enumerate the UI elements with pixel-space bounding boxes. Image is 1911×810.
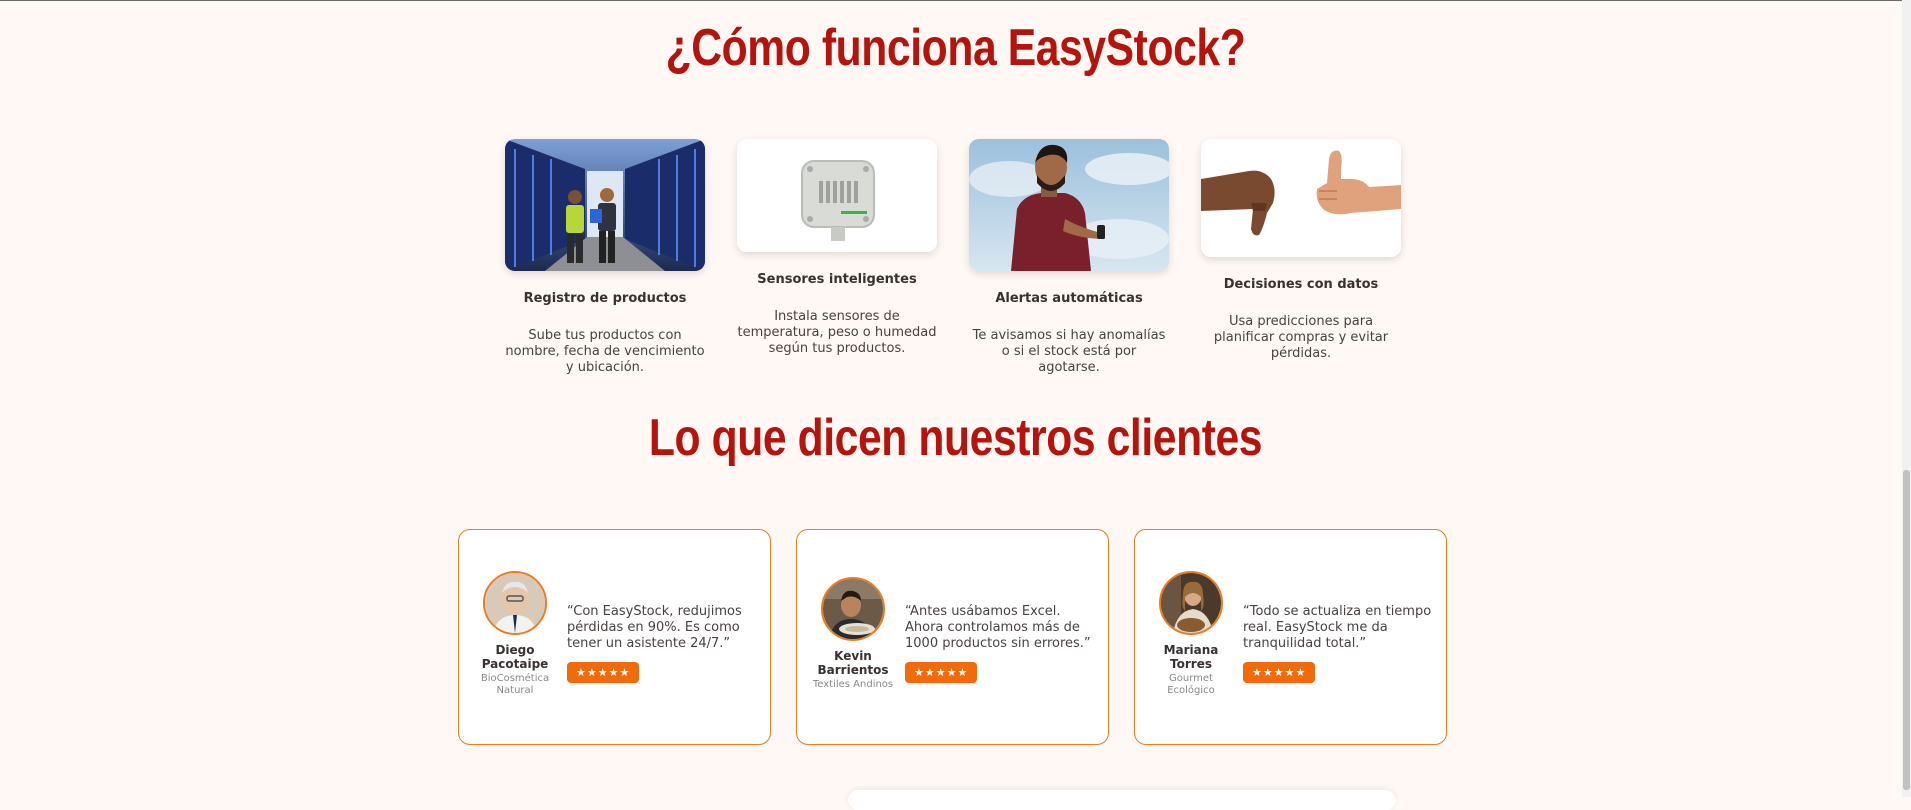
testimonials-title: Lo que dicen nuestros clientes	[648, 409, 1263, 467]
testimonial-card: Kevin Barrientos Textiles Andinos “Antes…	[796, 529, 1109, 745]
step-card-alertas: Alertas automáticas Te avisamos si hay a…	[969, 139, 1169, 376]
testimonial-name: Mariana Torres	[1163, 643, 1219, 671]
avatar	[821, 577, 885, 641]
rating-stars-badge: ★★★★★	[1243, 662, 1316, 683]
step-title: Registro de productos	[523, 291, 687, 306]
testimonial-company: BioCosmética Natural	[480, 673, 550, 696]
vertical-scrollbar[interactable]	[1902, 0, 1911, 797]
testimonial-author: Mariana Torres Gourmet Ecológico	[1149, 571, 1233, 697]
warehouse-image	[505, 139, 705, 271]
avatar	[1159, 571, 1223, 635]
next-section-card	[848, 790, 1396, 810]
step-card-decisiones: Decisiones con datos Usa predicciones pa…	[1201, 139, 1401, 362]
thumbs-up-down-image	[1201, 139, 1401, 257]
step-title: Decisiones con datos	[1223, 277, 1379, 292]
step-description: Usa predicciones para planificar compras…	[1213, 314, 1389, 361]
testimonial-author: Kevin Barrientos Textiles Andinos	[811, 577, 895, 691]
step-description: Sube tus productos con nombre, fecha de …	[505, 328, 705, 375]
step-card-registro: Registro de productos Sube tus productos…	[505, 139, 705, 376]
testimonial-name: Kevin Barrientos	[817, 649, 889, 677]
step-title: Alertas automáticas	[995, 291, 1143, 306]
testimonial-quote: “Con EasyStock, redujimos pérdidas en 90…	[567, 604, 742, 651]
avatar	[483, 571, 547, 635]
testimonial-card: Diego Pacotaipe BioCosmética Natural “Co…	[458, 529, 771, 745]
testimonial-name: Diego Pacotaipe	[481, 643, 549, 671]
rating-stars-badge: ★★★★★	[567, 662, 640, 683]
man-with-phone-image	[969, 139, 1169, 271]
step-card-sensores: Sensores inteligentes Instala sensores d…	[737, 139, 937, 357]
testimonial-author: Diego Pacotaipe BioCosmética Natural	[473, 571, 557, 697]
testimonial-company: Textiles Andinos	[812, 679, 894, 690]
window-top-border	[0, 0, 1911, 1]
how-it-works-title: ¿Cómo funciona EasyStock?	[665, 19, 1246, 77]
testimonial-card: Mariana Torres Gourmet Ecológico “Todo s…	[1134, 529, 1447, 745]
testimonial-quote: “Antes usábamos Excel. Ahora controlamos…	[905, 604, 1091, 651]
sensor-device-image	[737, 139, 937, 252]
testimonial-company: Gourmet Ecológico	[1167, 673, 1215, 696]
rating-stars-badge: ★★★★★	[905, 662, 978, 683]
step-description: Instala sensores de temperatura, peso o …	[737, 309, 937, 356]
step-title: Sensores inteligentes	[757, 272, 917, 287]
scrollbar-thumb[interactable]	[1903, 470, 1910, 790]
step-description: Te avisamos si hay anomalías o si el sto…	[972, 328, 1166, 375]
testimonial-quote: “Todo se actualiza en tiempo real. EasyS…	[1243, 604, 1432, 651]
